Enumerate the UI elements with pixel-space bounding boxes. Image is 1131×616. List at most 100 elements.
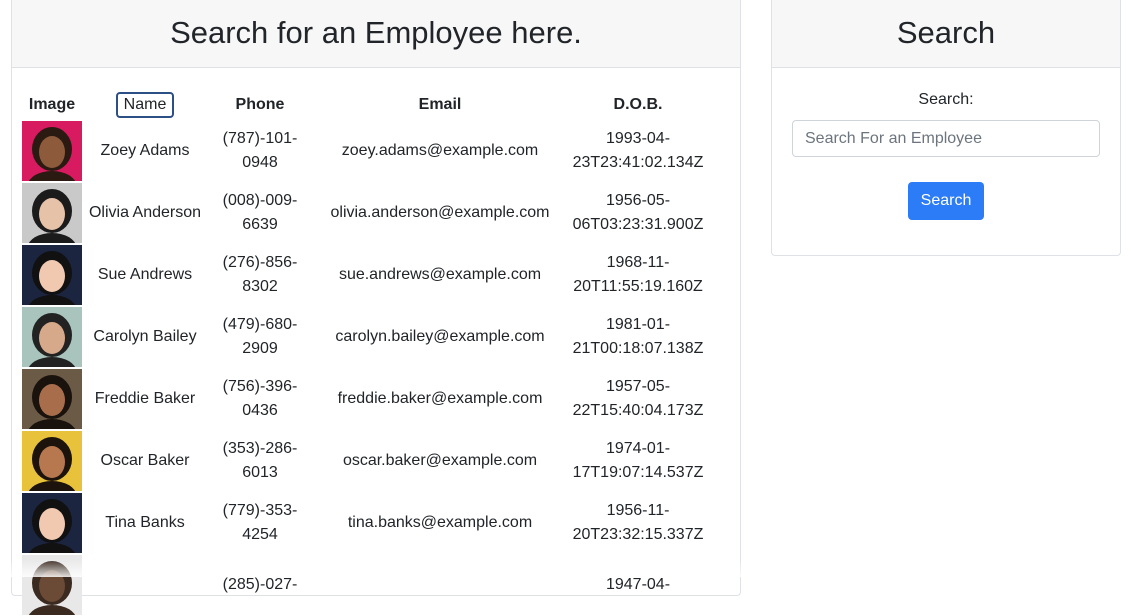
image-cell	[21, 182, 83, 244]
image-cell	[21, 244, 83, 306]
employee-table: Image Name Phone Email D.O.B. Zoey Adams…	[21, 90, 709, 616]
phone-cell-text: (756)-396-	[222, 378, 298, 395]
dob-cell: 1968-11- 20T11:55:19.160Z	[567, 244, 709, 306]
phone-cell: (756)-396- 0436	[207, 368, 313, 430]
email-cell: freddie.baker@example.com	[313, 368, 567, 430]
name-cell: Oscar Baker	[83, 430, 207, 492]
employee-photo	[22, 307, 82, 367]
table-row: Tina Banks (779)-353- 4254 tina.banks@examp…	[21, 492, 709, 554]
dob-cell-text: 22T15:40:04.173Z	[572, 402, 704, 419]
search-panel-title: Search	[772, 0, 1120, 68]
employee-panel-title: Search for an Employee here.	[12, 0, 740, 68]
name-cell-text: Carolyn Bailey	[93, 328, 197, 345]
table-row: Freddie Baker (756)-396- 0436 freddie.baker…	[21, 368, 709, 430]
table-row: Oscar Baker (353)-286- 6013 oscar.baker@exa…	[21, 430, 709, 492]
dob-cell-text: 17T19:07:14.537Z	[572, 464, 704, 481]
email-cell-text: olivia.anderson@example.com	[330, 204, 550, 221]
email-cell-text: oscar.baker@example.com	[342, 452, 538, 469]
dob-cell: 1956-11- 20T23:32:15.337Z	[567, 492, 709, 554]
phone-cell: (479)-680- 2909	[207, 306, 313, 368]
search-button[interactable]: Search	[908, 182, 984, 220]
image-cell	[21, 120, 83, 182]
email-cell-text: zoey.adams@example.com	[341, 142, 539, 159]
phone-cell: (285)-027-	[207, 554, 313, 616]
phone-cell-text: 0948	[242, 154, 278, 171]
dob-cell: 1993-04- 23T23:41:02.134Z	[567, 120, 709, 182]
dob-cell: 1947-04-	[567, 554, 709, 616]
phone-cell-text: 8302	[242, 278, 278, 295]
dob-cell-text: 23T23:41:02.134Z	[572, 154, 704, 171]
phone-cell: (276)-856- 8302	[207, 244, 313, 306]
phone-cell: (353)-286- 6013	[207, 430, 313, 492]
phone-cell-text: 0436	[242, 402, 278, 419]
dob-cell-text: 1981-01-	[605, 316, 671, 333]
employee-photo	[22, 369, 82, 429]
employee-photo	[22, 493, 82, 553]
column-header-name: Name	[83, 90, 207, 120]
table-row: (285)-027- 1947-04-	[21, 554, 709, 616]
email-cell-text: carolyn.bailey@example.com	[335, 328, 545, 345]
phone-cell-text: (285)-027-	[222, 576, 298, 593]
table-row: Olivia Anderson (008)-009- 6639 olivia.ande…	[21, 182, 709, 244]
table-row: Zoey Adams (787)-101- 0948 zoey.adams@examp…	[21, 120, 709, 182]
name-cell-text: Zoey Adams	[100, 142, 190, 159]
dob-cell-text: 1974-01-	[605, 440, 671, 457]
dob-cell-text: 1968-11-	[606, 254, 670, 271]
email-cell-text: freddie.baker@example.com	[337, 390, 543, 407]
dob-cell: 1981-01- 21T00:18:07.138Z	[567, 306, 709, 368]
phone-cell-text: (787)-101-	[222, 130, 298, 147]
name-cell: Zoey Adams	[83, 120, 207, 182]
column-header-email: Email	[418, 96, 462, 113]
dob-cell: 1957-05- 22T15:40:04.173Z	[567, 368, 709, 430]
email-cell-text: tina.banks@example.com	[347, 514, 533, 531]
dob-cell: 1956-05- 06T03:23:31.900Z	[567, 182, 709, 244]
table-row: Sue Andrews (276)-856- 8302 sue.andrews@exa…	[21, 244, 709, 306]
email-cell: tina.banks@example.com	[313, 492, 567, 554]
email-cell-text: sue.andrews@example.com	[338, 266, 542, 283]
employee-photo	[22, 245, 82, 305]
employee-photo	[22, 555, 82, 615]
name-cell: Sue Andrews	[83, 244, 207, 306]
phone-cell: (787)-101- 0948	[207, 120, 313, 182]
name-cell-text: Freddie Baker	[94, 390, 196, 407]
name-cell-text: Tina Banks	[105, 514, 185, 531]
name-cell-text: Oscar Baker	[100, 452, 190, 469]
dob-cell-text: 1993-04-	[605, 130, 671, 147]
email-cell: olivia.anderson@example.com	[313, 182, 567, 244]
image-cell	[21, 492, 83, 554]
dob-cell-text: 20T23:32:15.337Z	[572, 526, 704, 543]
name-cell-text: Olivia Anderson	[88, 204, 202, 221]
table-header-row: Image Name Phone Email D.O.B.	[21, 90, 709, 120]
image-cell	[21, 368, 83, 430]
email-cell	[313, 554, 567, 616]
dob-cell-text: 1956-11-	[606, 502, 670, 519]
image-cell	[21, 430, 83, 492]
column-header-image: Image	[28, 96, 76, 113]
phone-cell-text: 6013	[242, 464, 278, 481]
column-header-phone: Phone	[235, 96, 285, 113]
image-cell	[21, 554, 83, 616]
email-cell: oscar.baker@example.com	[313, 430, 567, 492]
search-input[interactable]	[792, 120, 1100, 157]
phone-cell-text: (008)-009-	[222, 192, 298, 209]
sort-by-name-button[interactable]: Name	[115, 92, 175, 118]
phone-cell-text: 2909	[242, 340, 278, 357]
search-label: Search:	[918, 91, 974, 108]
email-cell: carolyn.bailey@example.com	[313, 306, 567, 368]
employee-photo	[22, 431, 82, 491]
employee-photo	[22, 121, 82, 181]
dob-cell-text: 1957-05-	[605, 378, 671, 395]
name-cell	[83, 554, 207, 616]
search-panel: Search Search: Search	[771, 0, 1121, 256]
dob-cell-text: 06T03:23:31.900Z	[572, 216, 704, 233]
name-cell-text: Sue Andrews	[97, 266, 193, 283]
phone-cell-text: (353)-286-	[222, 440, 298, 457]
phone-cell: (779)-353- 4254	[207, 492, 313, 554]
table-row: Carolyn Bailey (479)-680- 2909 carolyn.bail…	[21, 306, 709, 368]
column-header-dob: D.O.B.	[613, 96, 663, 113]
dob-cell-text: 1956-05-	[605, 192, 671, 209]
name-cell: Olivia Anderson	[83, 182, 207, 244]
phone-cell-text: (779)-353-	[222, 502, 298, 519]
dob-cell-text: 20T11:55:19.160Z	[573, 278, 703, 295]
phone-cell-text: 4254	[242, 526, 278, 543]
